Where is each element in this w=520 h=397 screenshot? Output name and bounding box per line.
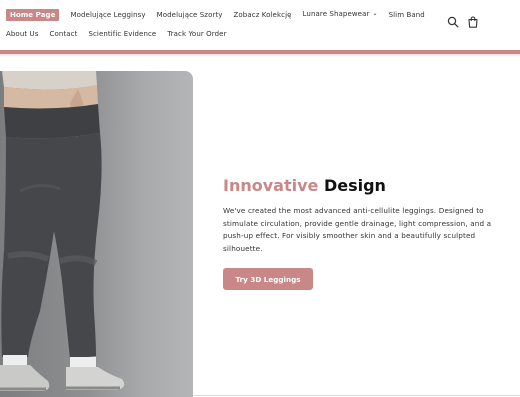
search-icon[interactable] xyxy=(446,14,460,28)
hero-text-block: Innovative Design We've created the most… xyxy=(223,175,493,256)
nav-about-us[interactable]: About Us xyxy=(6,28,39,40)
hero-product-image xyxy=(0,71,193,397)
nav-track-your-order[interactable]: Track Your Order xyxy=(167,28,226,40)
nav-slim-band[interactable]: Slim Band xyxy=(389,9,425,21)
nav-home-page[interactable]: Home Page xyxy=(6,8,60,21)
nav-scientific-evidence[interactable]: Scientific Evidence xyxy=(88,28,156,40)
site-header: Home Page Modelujące Legginsy Modelujące… xyxy=(0,0,520,50)
hero-description: We've created the most advanced anti-cel… xyxy=(223,206,492,254)
nav-lunare-shapewear[interactable]: Lunare Shapewear ⌄ xyxy=(303,8,378,21)
nav-zobacz-kolekcje[interactable]: Zobacz Kolekcję xyxy=(234,9,292,21)
nav-modelujace-szorty[interactable]: Modelujące Szorty xyxy=(157,9,223,21)
nav-contact[interactable]: Contact xyxy=(50,28,78,40)
section-divider xyxy=(193,395,520,396)
nav-lunare-shapewear-label: Lunare Shapewear xyxy=(302,10,370,18)
hero-title-rest: Design xyxy=(323,176,386,195)
leggings-model-illustration xyxy=(0,71,125,391)
hero-title: Innovative Design xyxy=(223,175,493,197)
header-shadow xyxy=(0,54,520,57)
chevron-down-icon: ⌄ xyxy=(372,10,378,17)
shopping-bag-icon[interactable] xyxy=(466,14,480,28)
try-3d-leggings-button[interactable]: Try 3D Leggings xyxy=(223,268,313,290)
main-nav-row-2: About Us Contact Scientific Evidence Tra… xyxy=(6,28,238,40)
nav-modelujace-leggins[interactable]: Modelujące Legginsy xyxy=(70,9,145,21)
main-nav-row-1: Home Page Modelujące Legginsy Modelujące… xyxy=(6,8,436,21)
hero-title-accent: Innovative xyxy=(223,176,319,195)
